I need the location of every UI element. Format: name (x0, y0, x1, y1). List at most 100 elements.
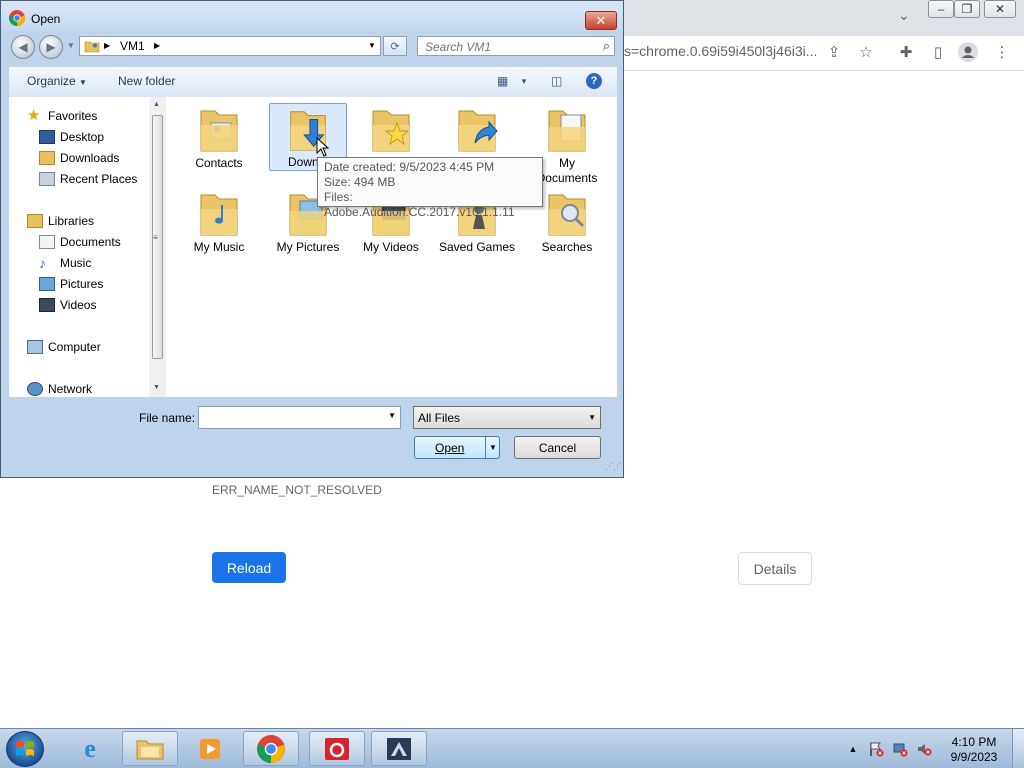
address-dropdown-icon[interactable]: ▼ (368, 41, 376, 50)
videos-icon (39, 298, 55, 312)
close-window-button[interactable]: ✕ (984, 0, 1016, 18)
file-type-select[interactable]: All Files ▼ (413, 406, 601, 429)
folder-my-music[interactable]: My Music (180, 189, 258, 255)
tab-search-chevron-icon[interactable]: ⌄ (898, 7, 910, 24)
music-icon: ♪ (39, 255, 46, 271)
action-center-flag-icon[interactable] (868, 741, 884, 757)
tooltip-size: Size: 494 MB (324, 175, 396, 189)
taskbar-file-explorer[interactable] (122, 731, 178, 766)
nav-label: Network (48, 382, 93, 396)
start-button[interactable] (6, 731, 44, 767)
folder-links[interactable] (438, 105, 516, 156)
taskbar-app[interactable] (371, 731, 427, 766)
dialog-titlebar (1, 1, 623, 31)
details-button[interactable]: Details (738, 552, 812, 585)
resize-grip-icon[interactable]: ⋰⋰ (605, 461, 622, 472)
taskbar-chrome[interactable] (243, 731, 299, 766)
nav-label: Computer (48, 340, 101, 354)
taskbar-internet-explorer[interactable]: e (62, 731, 118, 766)
nav-item-videos[interactable]: Videos (39, 296, 96, 314)
media-player-icon (200, 738, 220, 759)
folder-contacts[interactable]: Contacts (180, 105, 258, 171)
desktop-icon (39, 130, 55, 144)
folder-label: My Pictures (276, 240, 340, 254)
chrome-logo-icon (9, 10, 25, 26)
app-icon (387, 737, 411, 760)
search-input[interactable] (423, 39, 597, 55)
preview-pane-icon[interactable]: ◫ (551, 73, 562, 89)
new-folder-button[interactable]: New folder (118, 74, 175, 88)
recent-locations-dropdown-icon[interactable]: ▼ (67, 41, 75, 50)
search-box[interactable]: ⌕ (417, 36, 615, 56)
dialog-close-button[interactable]: ✕ (585, 11, 617, 30)
breadcrumb-separator-icon[interactable]: ▶ (154, 41, 160, 50)
file-name-label: File name: (139, 411, 196, 425)
omnibox-url[interactable]: s=chrome.0.69i59i450l3j46i3i... (624, 43, 820, 61)
profile-avatar-icon[interactable] (958, 42, 978, 62)
show-hidden-icons-icon[interactable]: ▲ (845, 741, 861, 757)
chevron-down-icon: ▼ (79, 78, 87, 87)
share-icon[interactable]: ⇪ (824, 42, 844, 62)
nav-label: Videos (60, 298, 97, 312)
show-desktop-button[interactable] (1012, 729, 1024, 768)
address-bar[interactable]: ▶ VM1 ▶ ▼ (79, 36, 381, 56)
nav-label: Documents (60, 235, 121, 249)
scroll-up-icon[interactable]: ▲ (153, 101, 160, 108)
file-name-dropdown-icon[interactable]: ▼ (388, 411, 396, 420)
side-panel-icon[interactable]: ▯ (928, 42, 948, 62)
open-button[interactable]: Open ▼ (414, 436, 500, 459)
searches-folder-icon (548, 194, 586, 236)
nav-item-pictures[interactable]: Pictures (39, 275, 103, 293)
breadcrumb-vm1[interactable]: VM1 (120, 39, 145, 53)
nav-item-favorites[interactable]: ★ Favorites (27, 107, 97, 125)
breadcrumb-separator-icon[interactable]: ▶ (104, 41, 110, 50)
help-icon[interactable]: ? (586, 73, 602, 89)
nav-item-music[interactable]: ♪ Music (39, 254, 91, 272)
nav-label: Libraries (48, 214, 95, 228)
search-icon[interactable]: ⌕ (603, 38, 610, 54)
chrome-menu-icon[interactable]: ⋮ (992, 42, 1012, 62)
documents-folder-icon (548, 110, 586, 152)
nav-item-desktop[interactable]: Desktop (39, 128, 104, 146)
bookmark-star-icon[interactable]: ☆ (856, 42, 876, 62)
nav-label: Music (60, 256, 92, 270)
restore-button[interactable]: ❐ (954, 0, 980, 18)
extensions-puzzle-icon[interactable]: ✚ (896, 42, 916, 62)
network-status-icon[interactable] (892, 741, 908, 757)
organize-button[interactable]: Organize ▼ (27, 74, 87, 88)
folder-label: My Videos (363, 240, 419, 254)
favorites-folder-icon (372, 110, 410, 152)
scroll-down-icon[interactable]: ▼ (153, 384, 160, 391)
back-button[interactable]: ◀ (11, 35, 35, 59)
volume-muted-icon[interactable] (916, 741, 932, 757)
chevron-down-icon: ▼ (588, 413, 596, 422)
navigation-pane: ★ Favorites Desktop Downloads Recent Pla… (9, 97, 168, 397)
nav-label: Favorites (48, 109, 98, 123)
error-code: ERR_NAME_NOT_RESOLVED (212, 483, 382, 497)
view-options-icon[interactable]: ▦ (497, 73, 508, 89)
documents-icon (39, 235, 55, 249)
system-clock[interactable]: 4:10 PM 9/9/2023 (944, 735, 1004, 765)
nav-item-libraries[interactable]: Libraries (27, 212, 94, 230)
reload-button[interactable]: Reload (212, 552, 286, 583)
file-type-value: All Files (418, 411, 461, 425)
nav-item-documents[interactable]: Documents (39, 233, 121, 251)
taskbar-media-player[interactable] (182, 731, 238, 766)
forward-button[interactable]: ▶ (39, 35, 63, 59)
nav-item-network[interactable]: Network (27, 380, 92, 397)
view-dropdown-icon[interactable]: ▼ (520, 73, 528, 89)
file-name-field[interactable]: ▼ (198, 406, 401, 429)
open-options-dropdown-icon[interactable]: ▼ (485, 437, 500, 458)
links-folder-icon (458, 110, 498, 152)
contacts-folder-icon (200, 110, 238, 152)
folder-favorites[interactable] (352, 105, 430, 156)
windows-logo-icon (16, 741, 34, 756)
nav-item-recent-places[interactable]: Recent Places (39, 170, 137, 188)
open-label: Open (435, 440, 465, 455)
minimize-button[interactable]: – (928, 0, 954, 18)
nav-item-downloads[interactable]: Downloads (39, 149, 119, 167)
taskbar-creative-cloud[interactable] (309, 731, 365, 766)
refresh-button[interactable]: ⟳ (383, 36, 407, 56)
cancel-button[interactable]: Cancel (514, 436, 601, 459)
nav-item-computer[interactable]: Computer (27, 338, 101, 356)
